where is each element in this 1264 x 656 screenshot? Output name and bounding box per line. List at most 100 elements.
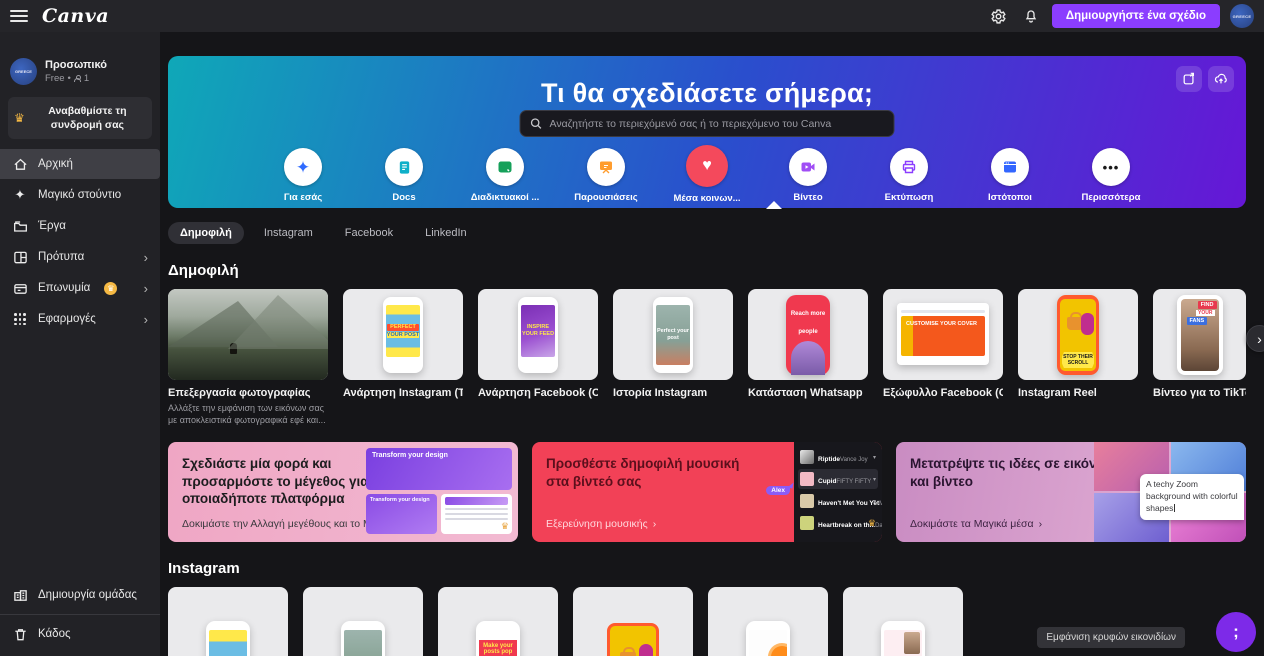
heart-icon: ♥ bbox=[702, 158, 712, 174]
hero-banner: Τι θα σχεδιάσετε σήμερα; ✦ Για εσάς Docs… bbox=[168, 56, 1246, 208]
card-facebook-post[interactable]: INSPIRE YOUR FEED Ανάρτηση Facebook (Ορι… bbox=[478, 289, 598, 426]
magic-sparkle-icon: ✦ bbox=[12, 187, 28, 203]
settings-gear-icon[interactable] bbox=[988, 5, 1010, 27]
banner-link[interactable]: Δοκιμάστε τα Μαγικά μέσα› bbox=[910, 518, 1042, 530]
sidebar-item-projects[interactable]: Έργα bbox=[0, 211, 160, 241]
tab-facebook[interactable]: Facebook bbox=[333, 222, 405, 244]
scroll-right-button[interactable]: › bbox=[1246, 325, 1264, 352]
card-instagram-post[interactable]: PERFECTYOUR POST Ανάρτηση Instagram (Τετ… bbox=[343, 289, 463, 426]
topbar: Canva Δημιουργήστε ένα σχέδιο GREECE bbox=[0, 0, 1264, 32]
new-design-icon[interactable] bbox=[1176, 66, 1202, 92]
banner-music[interactable]: Προσθέστε δημοφιλή μουσική στα βίντεό σα… bbox=[532, 442, 882, 542]
sun-sticker bbox=[771, 646, 787, 656]
hero-title: Τι θα σχεδιάσετε σήμερα; bbox=[168, 56, 1246, 109]
popular-cards-row: Επεξεργασία φωτογραφίας Αλλάξτε την εμφά… bbox=[168, 289, 1264, 426]
banner-link[interactable]: Εξερεύνηση μουσικής› bbox=[546, 518, 656, 530]
sidebar-item-apps[interactable]: Εφαρμογές › bbox=[0, 304, 160, 334]
chevron-right-icon: › bbox=[144, 312, 148, 327]
video-icon bbox=[800, 159, 816, 175]
doc-icon bbox=[397, 160, 412, 175]
banner-magic-switch[interactable]: Σχεδιάστε μία φορά και προσαρμόστε το μέ… bbox=[168, 442, 518, 542]
card-art bbox=[168, 289, 328, 380]
album-art bbox=[800, 450, 814, 464]
sidebar-nav: Αρχική ✦ Μαγικό στούντιο Έργα Πρότυπα › … bbox=[0, 149, 160, 334]
search-bar[interactable] bbox=[520, 110, 895, 137]
category-social-media[interactable]: ♥ Μέσα κοινων... bbox=[675, 148, 739, 204]
category-print[interactable]: Εκτύπωση bbox=[877, 148, 941, 204]
banner-magic-media[interactable]: Μετατρέψτε τις ιδέες σε εικόνες και βίντ… bbox=[896, 442, 1246, 542]
premium-crown-icon: ♛ bbox=[868, 519, 876, 528]
card-whatsapp-status[interactable]: Reach more people Κατάσταση Whatsapp bbox=[748, 289, 868, 426]
category-more[interactable]: ••• Περισσότερα bbox=[1079, 148, 1143, 204]
canva-app: Canva Δημιουργήστε ένα σχέδιο GREECE GRE… bbox=[0, 0, 1264, 656]
category-presentations[interactable]: Παρουσιάσεις bbox=[574, 148, 638, 204]
search-icon bbox=[530, 117, 543, 130]
chevron-right-icon: › bbox=[1039, 518, 1043, 530]
popular-heading: Δημοφιλή bbox=[168, 262, 1264, 279]
profile-plan: Free•1 bbox=[45, 73, 107, 84]
card-art: Perfect your post bbox=[613, 289, 733, 380]
card-art: CUSTOMISE YOUR COVER bbox=[883, 289, 1003, 380]
music-track[interactable]: RiptideVance Joy ▾ bbox=[798, 447, 878, 467]
chevron-down-icon[interactable]: ▾ bbox=[873, 454, 876, 461]
main-content: Τι θα σχεδιάσετε σήμερα; ✦ Για εσάς Docs… bbox=[160, 32, 1264, 656]
divider bbox=[0, 614, 160, 615]
hero-actions bbox=[1176, 66, 1234, 92]
music-list: RiptideVance Joy ▾ CupidFIFTY FIFTY ▾ Ha… bbox=[794, 442, 882, 542]
instagram-template-card[interactable]: Make your posts pop bbox=[438, 587, 558, 656]
browser-icon bbox=[1002, 159, 1018, 175]
category-for-you[interactable]: ✦ Για εσάς bbox=[271, 148, 335, 204]
sparkle-icon: ✦ bbox=[296, 159, 310, 176]
card-photo-editor[interactable]: Επεξεργασία φωτογραφίας Αλλάξτε την εμφά… bbox=[168, 289, 328, 426]
card-art: INSPIRE YOUR FEED bbox=[478, 289, 598, 380]
create-design-button[interactable]: Δημιουργήστε ένα σχέδιο bbox=[1052, 4, 1220, 28]
card-art: FIND YOUR FANS bbox=[1153, 289, 1246, 380]
presentation-icon bbox=[598, 159, 614, 175]
category-whiteboards[interactable]: Διαδικτυακοί ... bbox=[473, 148, 537, 204]
home-icon bbox=[12, 156, 28, 172]
sidebar-item-home[interactable]: Αρχική bbox=[0, 149, 160, 179]
canva-logo[interactable]: Canva bbox=[42, 5, 109, 27]
card-instagram-story[interactable]: Perfect your post Ιστορία Instagram bbox=[613, 289, 733, 426]
help-button[interactable]: ; bbox=[1216, 612, 1256, 652]
card-instagram-reel[interactable]: STOP THEIR SCROLL Instagram Reel bbox=[1018, 289, 1138, 426]
collaborator-cursor: Alex bbox=[766, 486, 790, 495]
instagram-template-card[interactable]: Perfect your post bbox=[303, 587, 423, 656]
card-facebook-cover[interactable]: CUSTOMISE YOUR COVER Εξώφυλλο Facebook (… bbox=[883, 289, 1003, 426]
category-docs[interactable]: Docs bbox=[372, 148, 436, 204]
sidebar-item-templates[interactable]: Πρότυπα › bbox=[0, 242, 160, 272]
instagram-template-card[interactable]: Perfect your post bbox=[843, 587, 963, 656]
notifications-bell-icon[interactable] bbox=[1020, 5, 1042, 27]
menu-icon[interactable] bbox=[10, 10, 28, 22]
sidebar-item-trash[interactable]: Κάδος bbox=[0, 619, 160, 649]
music-track[interactable]: Haven't Met You YetMichael Bublé ▾ bbox=[798, 491, 878, 511]
search-input[interactable] bbox=[550, 118, 885, 130]
instagram-heading: Instagram bbox=[168, 560, 1264, 577]
member-icon bbox=[74, 75, 81, 82]
chevron-down-icon[interactable]: ▾ bbox=[873, 476, 876, 483]
sidebar-item-brand[interactable]: Επωνυμία ♛ › bbox=[0, 273, 160, 303]
sidebar-item-create-team[interactable]: Δημιουργία ομάδας bbox=[0, 580, 160, 610]
instagram-template-card[interactable] bbox=[573, 587, 693, 656]
promo-banners: Σχεδιάστε μία φορά και προσαρμόστε το μέ… bbox=[168, 442, 1246, 542]
category-websites[interactable]: Ιστότοποι bbox=[978, 148, 1042, 204]
music-track[interactable]: Heartbreak on th...Dan + Shay ♛ bbox=[798, 513, 878, 533]
card-tiktok-video[interactable]: FIND YOUR FANS Βίντεο για το TikTok bbox=[1153, 289, 1246, 426]
upgrade-button[interactable]: ♛ Αναβαθμίστε τη συνδρομή σας bbox=[8, 97, 152, 139]
tab-instagram[interactable]: Instagram bbox=[252, 222, 325, 244]
tab-linkedin[interactable]: LinkedIn bbox=[413, 222, 479, 244]
chevron-down-icon[interactable]: ▾ bbox=[873, 498, 876, 505]
hidden-icons-tooltip: Εμφάνιση κρυφών εικονιδίων bbox=[1037, 627, 1185, 648]
tab-popular[interactable]: Δημοφιλή bbox=[168, 222, 244, 244]
instagram-template-card[interactable]: PERFECTYOUR POST bbox=[168, 587, 288, 656]
filter-tabs: Δημοφιλή Instagram Facebook LinkedIn bbox=[168, 222, 1264, 244]
card-art: Reach more people bbox=[748, 289, 868, 380]
upload-icon[interactable] bbox=[1208, 66, 1234, 92]
sidebar-item-magic-studio[interactable]: ✦ Μαγικό στούντιο bbox=[0, 180, 160, 210]
profile-switcher[interactable]: GREECE Προσωπικό Free•1 bbox=[0, 58, 160, 85]
music-track[interactable]: CupidFIFTY FIFTY ▾ bbox=[798, 469, 878, 489]
avatar[interactable]: GREECE bbox=[1230, 4, 1254, 28]
category-videos[interactable]: Βίντεο bbox=[776, 148, 840, 204]
profile-name: Προσωπικό bbox=[45, 59, 107, 71]
instagram-template-card[interactable] bbox=[708, 587, 828, 656]
